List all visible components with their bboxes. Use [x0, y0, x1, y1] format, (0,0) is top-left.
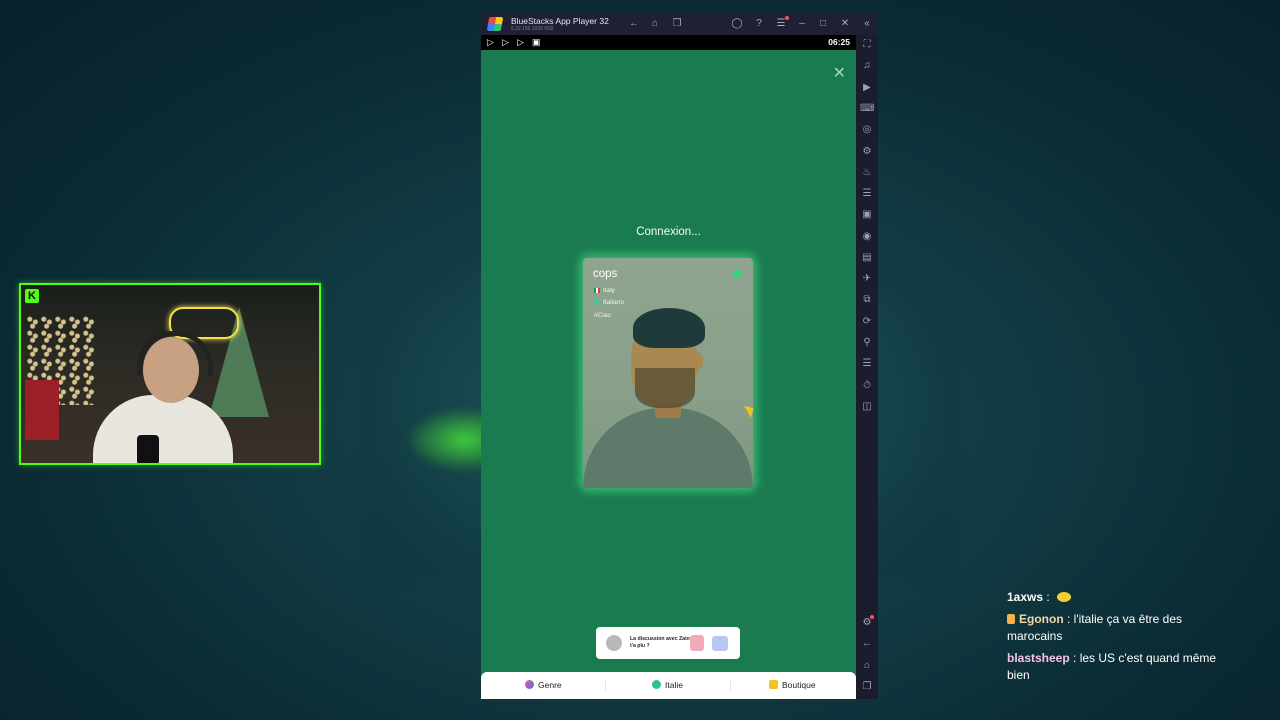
- keyboard-icon[interactable]: ⌨: [860, 102, 874, 116]
- android-home-icon[interactable]: ⌂: [860, 659, 874, 673]
- volume-icon[interactable]: ♫: [860, 59, 874, 73]
- close-icon[interactable]: ✕: [833, 66, 846, 82]
- layers-icon[interactable]: ☰: [860, 357, 874, 371]
- collapse-sidebar-icon[interactable]: «: [860, 17, 874, 31]
- window-title: BlueStacks App Player 32: [511, 16, 609, 26]
- bluestacks-sidebar: ⛶ ♫ ▶ ⌨ ◎ ⚙ ♨ ☰ ▣ ◉ ▤ ✈ ⧉ ⟳ ⚲ ☰ ⏱ ◫ ⚙ ← …: [856, 35, 878, 699]
- chat-username: blastsheep: [1007, 651, 1070, 665]
- card-language-label: Italiano: [603, 299, 624, 306]
- gender-icon: [525, 680, 534, 689]
- location-pin-icon[interactable]: ⚲: [860, 336, 874, 350]
- webcam-overlay: K: [19, 283, 321, 465]
- stream-chat: 1axws : Egonon : l'italie ça va être des…: [1007, 589, 1237, 689]
- notification-dot: [785, 16, 789, 20]
- help-icon[interactable]: ?: [752, 17, 766, 31]
- nav-genre[interactable]: Genre: [525, 680, 562, 690]
- app-screen: ✕ Connexion... cops Italy Italiano #Ciao…: [481, 50, 856, 699]
- sync-icon[interactable]: ⚙: [860, 145, 874, 159]
- eco-mode-icon[interactable]: ♨: [860, 166, 874, 180]
- emote-icon: [1057, 592, 1072, 602]
- chat-message: Egonon : l'italie ça va être des marocai…: [1007, 611, 1237, 645]
- nav-italie-label: Italie: [665, 680, 683, 690]
- bottom-nav: Genre Italie Boutique: [481, 672, 856, 699]
- nav-divider: [605, 680, 606, 691]
- chat-separator: :: [1063, 612, 1074, 626]
- nav-genre-label: Genre: [538, 680, 562, 690]
- thumbs-up-icon[interactable]: [712, 636, 728, 651]
- play-games-icon: ▷: [502, 37, 509, 47]
- fullscreen-icon[interactable]: ⛶: [860, 38, 874, 52]
- card-username: cops: [593, 268, 618, 280]
- nav-boutique-label: Boutique: [782, 680, 816, 690]
- microphone: [137, 435, 159, 463]
- nav-italie[interactable]: Italie: [652, 680, 683, 690]
- android-recents-icon[interactable]: ❐: [860, 680, 874, 694]
- screenshot-icon[interactable]: ▣: [860, 208, 874, 222]
- nav-boutique[interactable]: Boutique: [769, 680, 816, 690]
- toast-avatar: [606, 635, 622, 651]
- window-version: 5.22.150.1026 N32: [511, 26, 554, 32]
- nav-divider: [730, 680, 731, 691]
- chat-username: 1axws: [1007, 590, 1044, 604]
- performance-icon[interactable]: ☰: [860, 187, 874, 201]
- screen-record-icon[interactable]: ▶: [860, 81, 874, 95]
- record-icon[interactable]: ◉: [860, 230, 874, 244]
- match-card[interactable]: cops Italy Italiano #Ciao: [583, 258, 753, 488]
- chat-separator: :: [1069, 651, 1080, 665]
- play-store-icon: ▷: [487, 37, 494, 47]
- app-notification-icon: ▣: [532, 37, 541, 47]
- chat-message: 1axws :: [1007, 589, 1237, 606]
- kick-logo-icon: K: [25, 289, 39, 303]
- sub-badge-icon: [1007, 614, 1015, 624]
- card-country-label: Italy: [603, 287, 615, 294]
- recent-apps-icon[interactable]: ❐: [670, 17, 684, 31]
- speed-icon[interactable]: ⏱: [860, 379, 874, 393]
- maximize-icon[interactable]: □: [816, 17, 830, 31]
- globe-icon: [652, 680, 661, 689]
- chat-separator: :: [1043, 590, 1054, 604]
- android-status-bar: ▷ ▷ ▷ ▣ 06:25: [481, 35, 856, 50]
- home-icon[interactable]: ⌂: [648, 17, 662, 31]
- title-bar: BlueStacks App Player 32 5.22.150.1026 N…: [481, 13, 878, 35]
- avatar-beard: [635, 368, 695, 408]
- bluestacks-logo-icon: [486, 17, 504, 31]
- minimize-icon[interactable]: –: [795, 17, 809, 31]
- thumbs-down-icon[interactable]: [690, 635, 704, 651]
- status-time: 06:25: [828, 37, 850, 47]
- feedback-toast[interactable]: La discussion avec Zain t'a plu ?: [596, 627, 740, 659]
- connecting-text: Connexion...: [636, 226, 701, 238]
- account-icon[interactable]: ◯: [730, 17, 744, 31]
- android-back-icon[interactable]: ←: [860, 637, 874, 651]
- chat-username: Egonon: [1019, 612, 1064, 626]
- side-panel-icon[interactable]: ◫: [860, 400, 874, 414]
- location-icon[interactable]: ✈: [860, 272, 874, 286]
- media-folder-icon[interactable]: ▤: [860, 251, 874, 265]
- chat-message: blastsheep : les US c'est quand même bie…: [1007, 650, 1237, 684]
- play-services-icon: ▷: [517, 37, 524, 47]
- avatar-shoulders: [583, 408, 753, 488]
- macro-icon[interactable]: ◎: [860, 123, 874, 137]
- italy-flag-icon: [594, 287, 600, 293]
- settings-notification-dot: [870, 615, 874, 619]
- bluestacks-window: BlueStacks App Player 32 5.22.150.1026 N…: [481, 13, 878, 699]
- close-window-icon[interactable]: ✕: [838, 17, 852, 31]
- language-icon: [594, 299, 600, 306]
- card-country: Italy: [594, 287, 615, 294]
- gem-icon: [769, 680, 778, 689]
- rotate-icon[interactable]: ⟳: [860, 315, 874, 329]
- card-tag: #Ciao: [594, 312, 611, 319]
- multi-instance-icon[interactable]: ⧉: [860, 293, 874, 307]
- online-status-dot: [733, 270, 741, 278]
- back-icon[interactable]: ←: [627, 17, 641, 31]
- card-language: Italiano: [594, 299, 624, 306]
- red-shelf: [25, 380, 59, 440]
- toast-text: La discussion avec Zain t'a plu ?: [630, 636, 690, 649]
- avatar-hair: [633, 308, 705, 348]
